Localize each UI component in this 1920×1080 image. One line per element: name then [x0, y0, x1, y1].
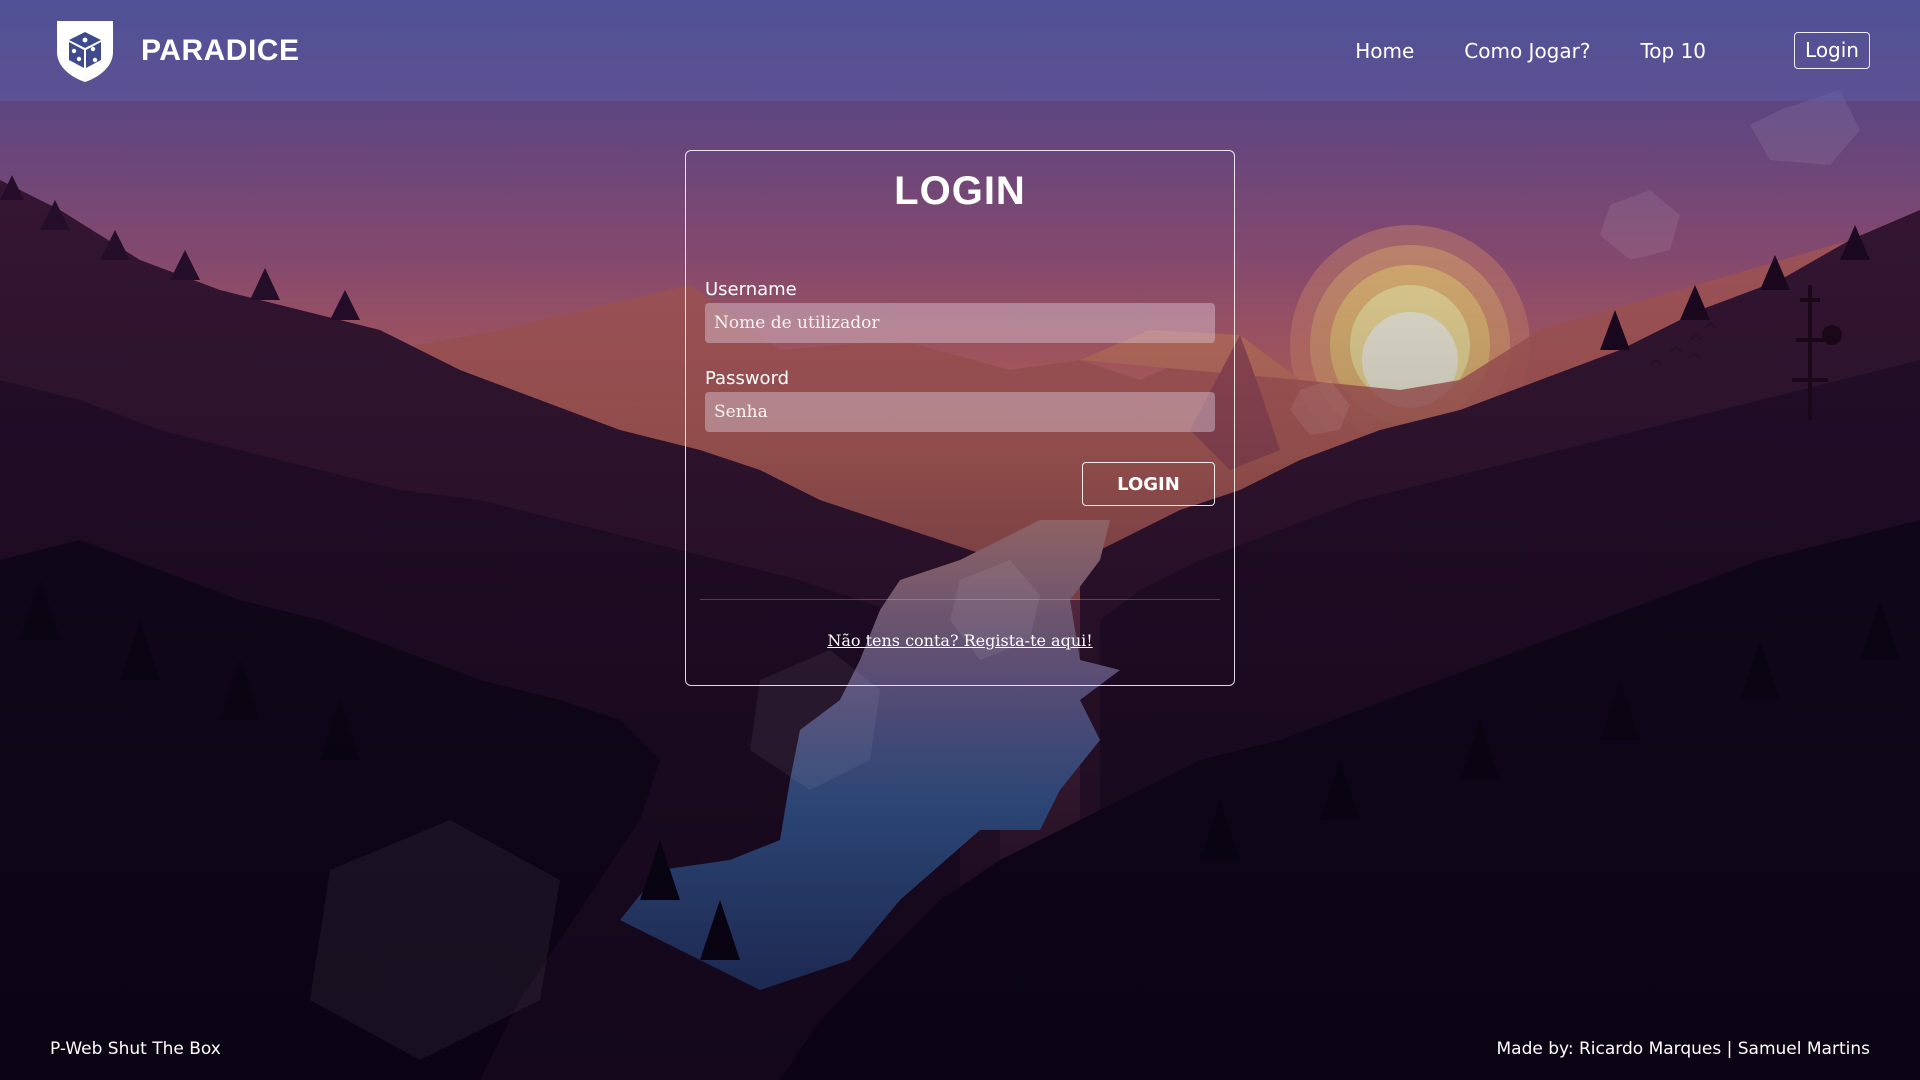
- nav-como-jogar[interactable]: Como Jogar?: [1464, 39, 1590, 63]
- card-divider: [700, 599, 1220, 600]
- top-navbar: PARADICE Home Como Jogar? Top 10 Login: [0, 0, 1920, 101]
- brand-name: PARADICE: [141, 34, 300, 67]
- nav-home[interactable]: Home: [1355, 39, 1414, 63]
- login-card: LOGIN Username Password LOGIN Não tens c…: [685, 150, 1235, 686]
- nav-top-10[interactable]: Top 10: [1640, 39, 1706, 63]
- login-submit-button[interactable]: LOGIN: [1082, 462, 1215, 506]
- register-link[interactable]: Não tens conta? Regista-te aqui!: [686, 631, 1234, 650]
- main-nav: Home Como Jogar? Top 10 Login: [1305, 32, 1870, 69]
- footer-credits: Made by: Ricardo Marques | Samuel Martin…: [1496, 1039, 1871, 1059]
- nav-login-button[interactable]: Login: [1794, 32, 1870, 69]
- login-title: LOGIN: [894, 169, 1026, 213]
- username-label: Username: [705, 279, 797, 300]
- brand[interactable]: PARADICE: [53, 18, 299, 84]
- password-input[interactable]: [705, 392, 1215, 432]
- footer-project-name: P-Web Shut The Box: [50, 1039, 221, 1059]
- dice-shield-icon: [57, 21, 113, 82]
- password-label: Password: [705, 368, 790, 389]
- username-input[interactable]: [705, 303, 1215, 343]
